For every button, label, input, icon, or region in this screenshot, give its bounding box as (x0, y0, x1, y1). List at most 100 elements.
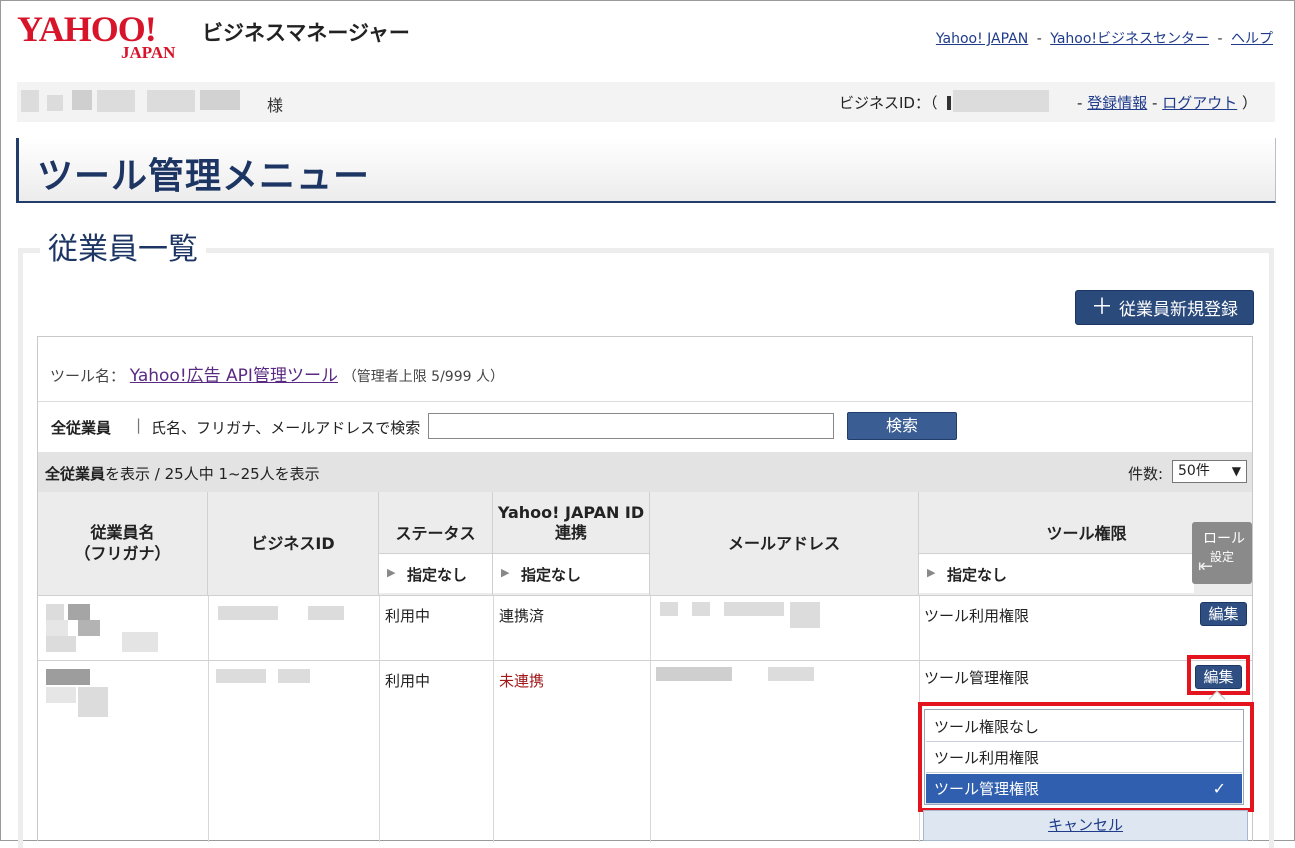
masked-email (692, 602, 710, 616)
masked-business-id (953, 90, 1049, 112)
masked-business-id (947, 96, 951, 110)
masked-business-id (278, 669, 310, 683)
tool-name-label: ツール名： (50, 367, 126, 385)
col-email: メールアドレス (650, 492, 919, 595)
masked-business-id (218, 606, 278, 620)
summary-row: 全従業員を表示 / 25人中 1~25人を表示 件数: 50件 ▼ (38, 452, 1252, 492)
account-links: - 登録情報 - ログアウト ） (1077, 92, 1257, 113)
yahoo-japan-logo[interactable]: YAHOO! JAPAN (17, 10, 197, 62)
masked-employee-name (46, 620, 68, 636)
plus-icon: ＋ (1090, 294, 1113, 320)
masked-user-name (147, 90, 195, 112)
add-employee-button[interactable]: ＋ 従業員新規登録 (1075, 290, 1254, 325)
logo-sub-text: JAPAN (121, 43, 176, 62)
masked-employee-name (46, 669, 90, 685)
summary-text: を表示 / 25人中 1~25人を表示 (105, 465, 320, 483)
page-size-select[interactable]: 50件 ▼ (1172, 460, 1247, 483)
tool-info-row: ツール名： Yahoo!広告 API管理ツール （管理者上限 5/999 人） (38, 337, 1252, 402)
masked-email (656, 667, 732, 681)
col-business-id: ビジネスID (208, 492, 379, 595)
masked-user-name (200, 90, 240, 110)
masked-employee-name (78, 687, 108, 717)
header-furigana: （フリガナ） (74, 544, 171, 563)
admin-limit: （管理者上限 5/999 人） (342, 369, 504, 385)
header-employee-name: 従業員名 (90, 523, 155, 542)
result-summary: 全従業員を表示 / 25人中 1~25人を表示 (45, 463, 320, 484)
cancel-bar: キャンセル (923, 810, 1248, 841)
search-separator: | (136, 416, 142, 434)
cancel-link[interactable]: キャンセル (1048, 816, 1123, 834)
tool-info: ツール名： Yahoo!広告 API管理ツール （管理者上限 5/999 人） (50, 361, 504, 386)
masked-user-name (21, 90, 39, 112)
role-setting-button[interactable]: ロール 設定 ⇤ (1192, 522, 1252, 584)
col-employee-name: 従業員名 （フリガナ） (38, 492, 208, 595)
triangle-right-icon: ▶ (501, 566, 510, 579)
section-title: 従業員一覧 (40, 224, 206, 268)
link-status-value: 未連携 (499, 672, 545, 690)
masked-employee-name (46, 636, 76, 652)
masked-employee-name (68, 604, 90, 620)
tool-name-link[interactable]: Yahoo!広告 API管理ツール (130, 366, 338, 386)
role-setting-line1: ロール (1203, 531, 1245, 547)
masked-business-id (216, 669, 266, 683)
chevron-down-icon: ▼ (1231, 464, 1241, 478)
status-filter-value: 指定なし (407, 566, 468, 584)
page-size-value: 50件 (1178, 463, 1210, 479)
masked-business-id (308, 606, 344, 620)
role-setting-line2: 設定 (1210, 550, 1235, 564)
search-label: 氏名、フリガナ、メールアドレスで検索 (151, 419, 421, 437)
masked-email (660, 602, 678, 616)
link-separator: - (1036, 31, 1042, 47)
link-separator: - (1217, 31, 1223, 47)
masked-employee-name (46, 687, 76, 703)
masked-user-name (72, 90, 92, 110)
search-button[interactable]: 検索 (847, 412, 957, 440)
yjid-filter[interactable]: ▶ 指定なし (493, 553, 649, 593)
status-value: 利用中 (385, 607, 431, 625)
link-help[interactable]: ヘルプ (1231, 31, 1273, 47)
permission-filter-value: 指定なし (947, 566, 1008, 584)
tab-all-employees[interactable]: 全従業員 (51, 417, 111, 438)
honorific: 様 (267, 96, 284, 115)
header-link: 連携 (554, 523, 587, 542)
header-yjid: Yahoo! JAPAN ID (497, 503, 645, 522)
link-registration-info[interactable]: 登録情報 (1087, 94, 1147, 112)
link-separator: - (1152, 94, 1158, 112)
masked-employee-name (122, 632, 158, 652)
header-email: メールアドレス (727, 534, 840, 553)
page-title: ツール管理メニュー (37, 156, 371, 197)
col-status: ステータス ▶ 指定なし (379, 492, 493, 595)
triangle-right-icon: ▶ (387, 566, 396, 579)
link-separator: - (1077, 94, 1083, 112)
search-row: 全従業員 | 氏名、フリガナ、メールアドレスで検索 検索 (38, 402, 1252, 452)
link-yahoo-japan[interactable]: Yahoo! JAPAN (936, 31, 1028, 47)
arrow-left-icon: ⇤ (1198, 556, 1214, 577)
product-name: ビジネスマネージャー (202, 21, 410, 45)
add-employee-label: 従業員新規登録 (1119, 300, 1238, 320)
link-logout[interactable]: ログアウト (1162, 94, 1237, 112)
permission-filter[interactable]: ▶ 指定なし (919, 553, 1194, 593)
edit-button[interactable]: 編集 (1200, 602, 1247, 626)
masked-user-name (97, 90, 135, 112)
dropdown-highlight (918, 702, 1254, 812)
summary-bold: 全従業員 (45, 465, 106, 483)
col-yjid-link: Yahoo! JAPAN ID 連携 ▶ 指定なし (493, 492, 650, 595)
permission-value: ツール利用権限 (924, 607, 1030, 625)
user-bar: 様 ビジネスID：（ - 登録情報 - ログアウト ） (17, 82, 1275, 122)
page-title-bar: ツール管理メニュー (16, 138, 1276, 203)
status-filter[interactable]: ▶ 指定なし (379, 553, 492, 593)
top-links: Yahoo! JAPAN - Yahoo!ビジネスセンター - ヘルプ (936, 28, 1273, 48)
masked-user-name (47, 95, 63, 111)
page-size-label: 件数: (1128, 465, 1164, 483)
link-business-center[interactable]: Yahoo!ビジネスセンター (1050, 31, 1209, 47)
close-paren: ） (1242, 94, 1258, 112)
header-business-id: ビジネスID (251, 534, 335, 553)
masked-email (724, 602, 784, 616)
permission-value: ツール管理権限 (924, 669, 1030, 687)
table-row: 利用中 連携済 ツール利用権限 編集 (38, 595, 1252, 660)
table-header: 従業員名 （フリガナ） ビジネスID ステータス ▶ 指定なし Yahoo! J… (38, 492, 1252, 595)
status-value: 利用中 (385, 672, 431, 690)
masked-employee-name (46, 604, 64, 620)
masked-email (768, 667, 814, 681)
search-input[interactable] (428, 413, 834, 439)
